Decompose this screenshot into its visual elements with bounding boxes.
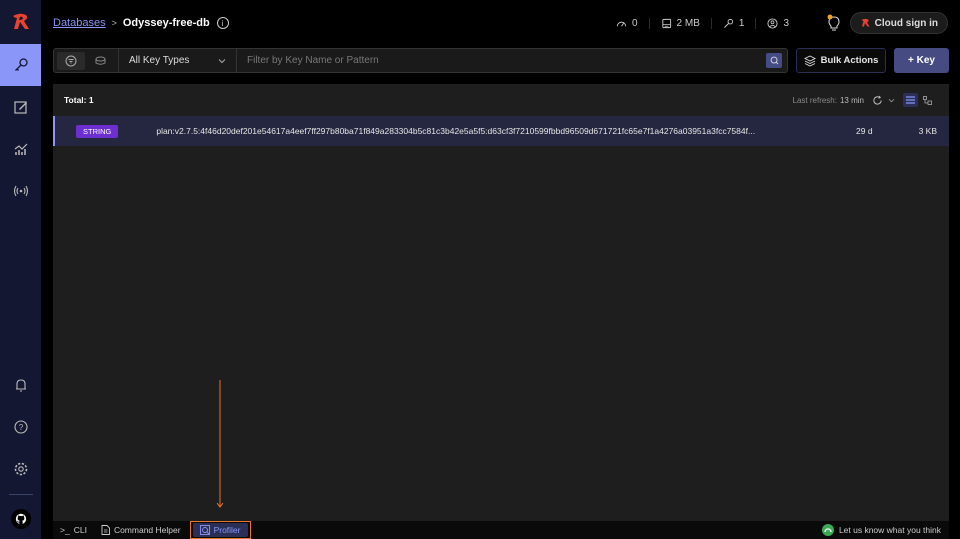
breadcrumb-databases-link[interactable]: Databases: [53, 17, 106, 29]
redis-icon: [861, 18, 870, 27]
stat-clients: 3: [756, 18, 800, 29]
profiler-label: Profiler: [213, 525, 241, 535]
feedback-icon: [821, 524, 834, 536]
key-type-badge: STRING: [76, 124, 119, 138]
breadcrumb-separator: >: [111, 18, 117, 28]
database-search-icon: [95, 56, 106, 65]
feedback-link[interactable]: Let us know what you think: [821, 524, 941, 536]
settings-button[interactable]: [0, 448, 41, 490]
search-button[interactable]: [766, 53, 782, 68]
last-refresh-value: 13 min: [839, 95, 864, 105]
key-filter-input[interactable]: [247, 55, 787, 66]
db-stats: 0 2 MB 1 3: [605, 0, 800, 46]
memory-icon: [661, 18, 671, 28]
user-icon: [767, 17, 778, 29]
key-icon: [14, 58, 28, 71]
sidebar: ?: [0, 0, 41, 539]
notifications-button[interactable]: [0, 364, 41, 406]
stat-memory-value: 2 MB: [676, 17, 700, 29]
command-helper-button[interactable]: Command Helper: [94, 523, 188, 537]
terminal-icon: >_: [60, 525, 70, 535]
github-icon: [15, 513, 26, 524]
last-refresh-label: Last refresh:: [792, 95, 837, 105]
profiler-button[interactable]: Profiler: [192, 523, 248, 537]
vector-search-mode-button[interactable]: [87, 52, 115, 70]
annotation-arrow: [216, 380, 224, 508]
total-count: Total: 1: [64, 95, 94, 105]
insights-button[interactable]: [826, 14, 842, 32]
sidebar-divider: [8, 494, 33, 495]
bottom-bar: >_ CLI Command Helper Profiler Let us kn…: [53, 521, 949, 539]
help-button[interactable]: ?: [0, 406, 41, 448]
filter-icon: [65, 55, 77, 66]
profiler-highlight: Profiler: [189, 521, 251, 539]
lightbulb-icon: [827, 14, 840, 31]
key-list-header: Total: 1 Last refresh: 13 min: [53, 84, 949, 116]
key-filter-toolbar: All Key Types: [53, 48, 788, 73]
refresh-icon[interactable]: [872, 95, 883, 106]
stat-clients-value: 3: [783, 17, 789, 29]
stat-ops-value: 0: [631, 17, 638, 29]
search-mode-toggle: [54, 49, 119, 72]
database-name: Odyssey-free-db: [122, 17, 210, 29]
info-icon[interactable]: i: [216, 17, 229, 29]
cli-label: CLI: [73, 525, 87, 535]
sidebar-item-workbench[interactable]: [0, 86, 41, 128]
bulk-actions-button[interactable]: Bulk Actions: [796, 48, 886, 73]
key-type-selected: All Key Types: [129, 55, 190, 66]
redis-logo[interactable]: [0, 0, 41, 44]
bulk-actions-label: Bulk Actions: [820, 55, 879, 66]
help-icon: ?: [13, 420, 28, 434]
stat-memory: 2 MB: [650, 17, 712, 29]
sidebar-item-browser[interactable]: [0, 44, 41, 86]
svg-text:?: ?: [18, 423, 23, 432]
stat-keys: 1: [712, 17, 757, 29]
top-bar: Databases > Odyssey-free-db i: [41, 0, 960, 46]
sidebar-item-pubsub[interactable]: [0, 170, 41, 212]
cloud-sign-in-button[interactable]: Cloud sign in: [849, 12, 948, 34]
add-key-button[interactable]: + Key: [894, 48, 949, 73]
key-size: 3 KB: [918, 126, 937, 136]
key-icon: [723, 18, 733, 28]
feedback-label: Let us know what you think: [838, 525, 941, 535]
layers-icon: [803, 54, 816, 67]
profiler-icon: [199, 525, 210, 535]
key-ttl: 29 d: [856, 126, 873, 136]
tree-view-button[interactable]: [920, 93, 935, 107]
key-type-select[interactable]: All Key Types: [119, 49, 237, 72]
refresh-controls: Last refresh: 13 min: [793, 84, 935, 116]
stat-keys-value: 1: [738, 17, 745, 29]
bell-icon: [15, 379, 26, 392]
pattern-mode-button[interactable]: [57, 51, 85, 70]
cloud-sign-in-label: Cloud sign in: [874, 17, 938, 29]
stat-ops: 0: [605, 17, 650, 29]
chevron-down-icon: [218, 58, 226, 63]
key-name: plan:v2.7.5:4f46d20def201e54617a4eef7ff2…: [156, 126, 756, 136]
cli-button[interactable]: >_ CLI: [53, 523, 94, 537]
chevron-down-icon[interactable]: [888, 98, 895, 103]
document-icon: [101, 525, 110, 535]
view-toggle: [903, 93, 935, 107]
edit-icon: [13, 101, 27, 114]
search-icon: [770, 56, 778, 65]
github-button[interactable]: [10, 509, 31, 529]
command-helper-label: Command Helper: [113, 525, 181, 535]
list-view-button[interactable]: [903, 93, 918, 107]
chart-icon: [14, 143, 27, 155]
sidebar-item-analytics[interactable]: [0, 128, 41, 170]
key-list-panel: Total: 1 Last refresh: 13 min STRING pla…: [53, 84, 949, 521]
list-icon: [906, 96, 915, 104]
key-list-row[interactable]: STRING plan:v2.7.5:4f46d20def201e54617a4…: [53, 116, 949, 146]
broadcast-icon: [13, 185, 28, 197]
breadcrumb: Databases > Odyssey-free-db i: [53, 17, 229, 29]
speedometer-icon: [616, 21, 627, 27]
gear-icon: [14, 462, 27, 476]
key-filter-field: [237, 49, 787, 72]
tree-icon: [923, 95, 932, 105]
